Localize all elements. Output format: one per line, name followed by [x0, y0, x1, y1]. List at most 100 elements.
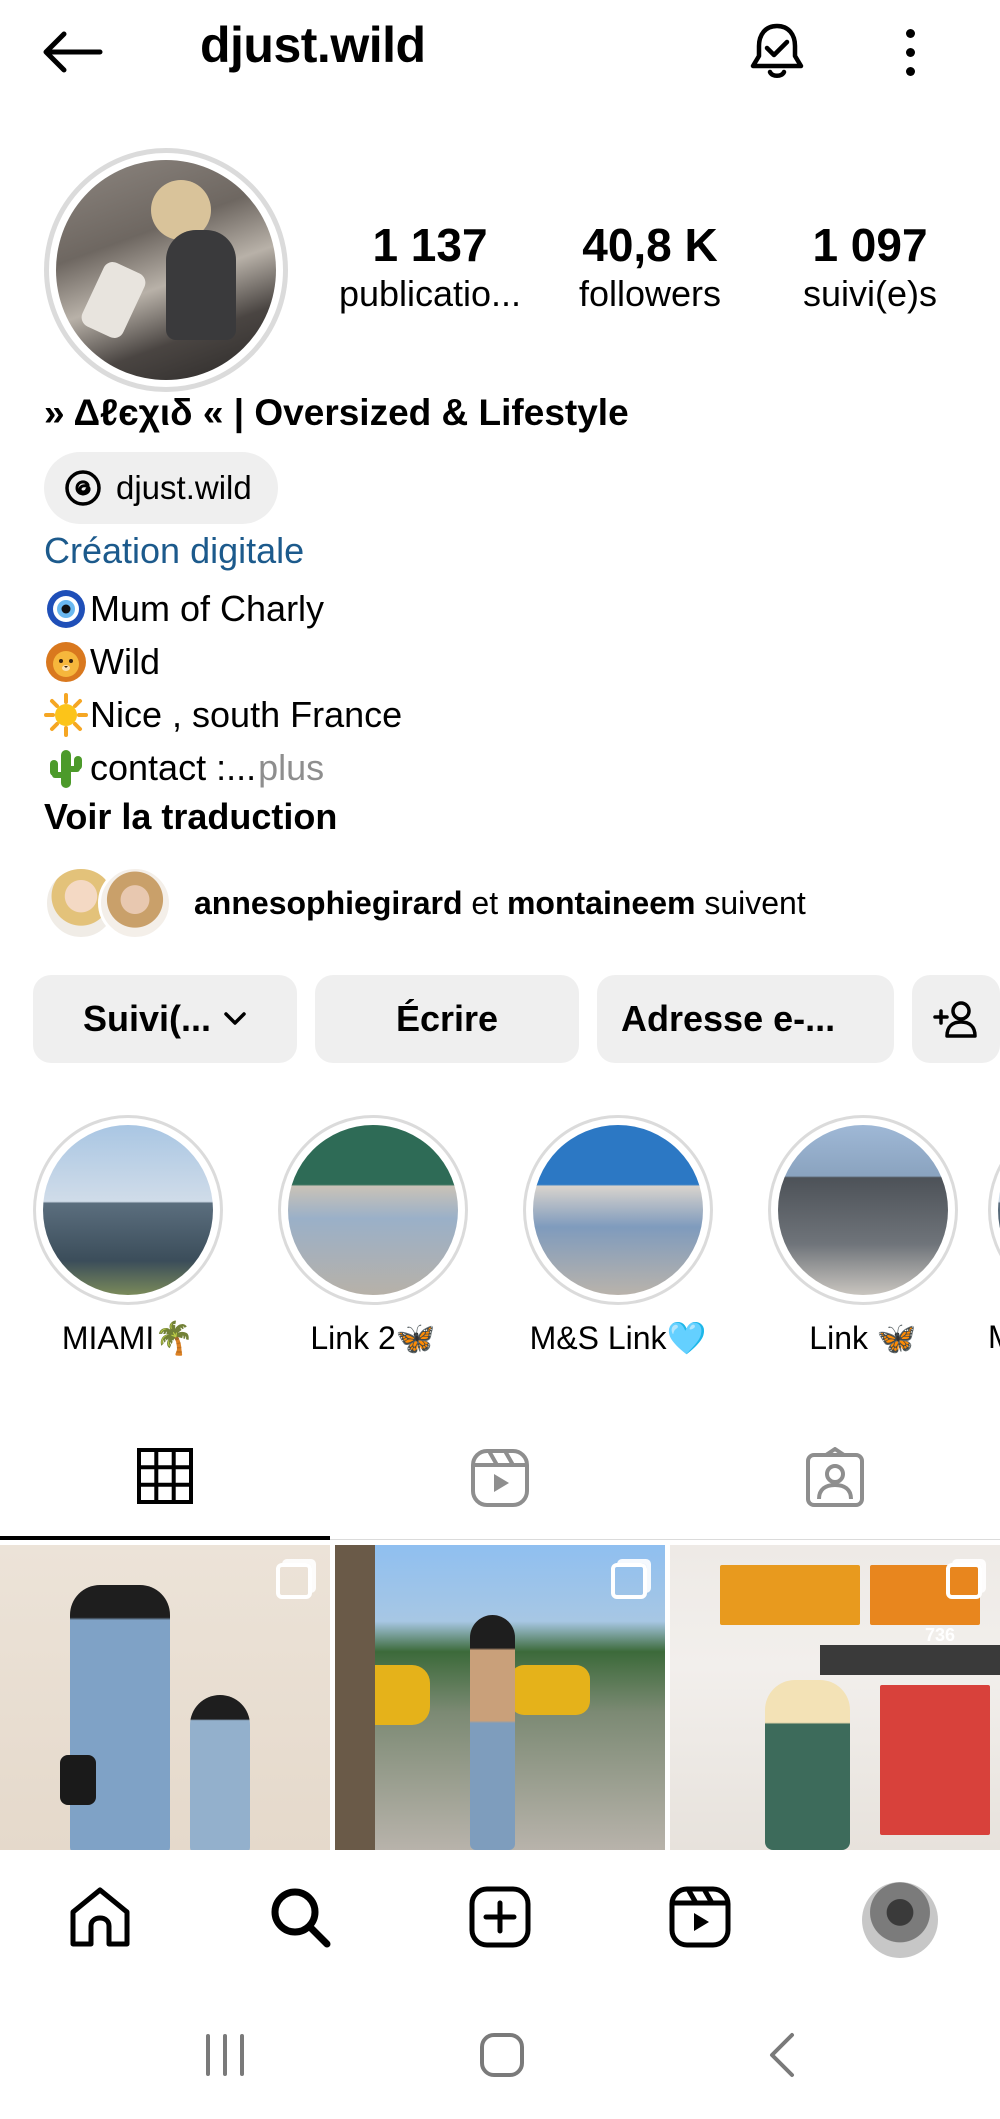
highlight-label: Link 🦋	[809, 1320, 917, 1356]
highlight-cover	[278, 1115, 468, 1305]
home-square-icon	[480, 2033, 524, 2077]
more-dot-icon	[905, 66, 915, 76]
stat-label: publicatio...	[338, 273, 522, 314]
nav-reels[interactable]	[665, 1882, 735, 1952]
system-navigation-bar	[0, 1985, 1000, 2119]
nav-search[interactable]	[265, 1882, 335, 1952]
mutual-followers-text: annesophiegirard et montaineem suivent	[194, 885, 806, 922]
threads-icon	[65, 470, 101, 506]
mutual-followers[interactable]: annesophiegirard et montaineem suivent	[44, 866, 806, 940]
stat-posts[interactable]: 1 137 publicatio...	[330, 218, 530, 316]
tab-posts-grid[interactable]	[0, 1415, 330, 1540]
following-button-label: Suivi(...	[82, 998, 212, 1039]
nav-profile-avatar[interactable]	[862, 1882, 938, 1958]
more-options-button[interactable]	[890, 20, 930, 84]
bio-text: Mum of Charly	[90, 588, 325, 629]
mutual-user-2: montaineem	[506, 884, 696, 921]
reels-icon	[669, 1886, 731, 1948]
highlight-item[interactable]: Link 🦋	[768, 1115, 958, 1357]
highlight-item[interactable]: M	[988, 1115, 1000, 1356]
stat-following[interactable]: 1 097 suivi(e)s	[770, 218, 970, 316]
post-thumbnail[interactable]	[335, 1545, 665, 1850]
add-user-icon	[933, 1001, 977, 1038]
post-thumbnail[interactable]: 736	[670, 1545, 1000, 1850]
nazar-emoji-icon	[44, 587, 88, 631]
post-thumbnail[interactable]	[0, 1545, 330, 1850]
notifications-button[interactable]	[745, 18, 809, 82]
sun-emoji-icon	[44, 692, 88, 737]
bottom-navigation	[0, 1852, 1000, 1982]
home-system-button[interactable]	[472, 2025, 532, 2085]
highlight-label: M	[988, 1319, 1000, 1356]
stat-value: 40,8 K	[582, 219, 718, 271]
avatar-photo	[56, 160, 276, 380]
highlight-cover	[988, 1115, 1000, 1305]
stat-value: 1 097	[812, 219, 928, 271]
cactus-emoji-icon	[44, 746, 88, 790]
posts-grid: 736	[0, 1545, 1000, 1850]
highlight-item[interactable]: M&S Link🩵	[523, 1115, 713, 1357]
email-button[interactable]: Adresse e-...	[597, 975, 894, 1063]
highlight-cover	[523, 1115, 713, 1305]
top-bar: djust.wild	[0, 0, 1000, 100]
tab-reels[interactable]	[335, 1415, 665, 1540]
mutual-suffix: suivent	[695, 884, 806, 921]
carousel-icon	[276, 1563, 312, 1599]
bio-more-link[interactable]: plus	[258, 741, 324, 794]
mutual-user-1: annesophiegirard	[194, 884, 463, 921]
stat-label: followers	[578, 273, 722, 314]
see-translation-link[interactable]: Voir la traduction	[44, 796, 337, 838]
recent-apps-button[interactable]	[195, 2025, 255, 2085]
back-button[interactable]	[40, 22, 120, 82]
threads-link-chip[interactable]: djust.wild	[44, 452, 278, 524]
profile-category: Création digitale	[44, 530, 305, 571]
search-icon	[271, 1888, 331, 1948]
more-dot-icon	[905, 28, 915, 38]
carousel-icon	[611, 1563, 647, 1599]
bio-text: Nice , south France	[90, 694, 403, 735]
profile-tabs	[0, 1415, 1000, 1540]
back-arrow-icon	[43, 31, 103, 73]
highlight-label: Link 2🦋	[310, 1320, 436, 1356]
nav-create[interactable]	[465, 1882, 535, 1952]
profile-username: djust.wild	[200, 17, 426, 73]
message-button-label: Écrire	[395, 998, 499, 1039]
highlight-label: MIAMI🌴	[61, 1320, 195, 1356]
bio-line: Wild	[44, 635, 402, 688]
bio-line: Mum of Charly	[44, 582, 402, 635]
highlight-cover	[33, 1115, 223, 1305]
reels-icon	[471, 1448, 529, 1507]
recent-apps-icon	[206, 2034, 244, 2076]
profile-avatar[interactable]	[44, 148, 288, 392]
back-system-button[interactable]	[752, 2025, 812, 2085]
stat-label: suivi(e)s	[802, 273, 937, 314]
chevron-left-icon	[770, 2033, 794, 2077]
chevron-down-icon	[224, 1012, 246, 1025]
nav-home[interactable]	[65, 1882, 135, 1952]
profile-stats: 1 137 publicatio... 40,8 K followers 1 0…	[330, 218, 970, 316]
highlight-cover	[768, 1115, 958, 1305]
tab-tagged[interactable]	[670, 1415, 1000, 1540]
stat-value: 1 137	[372, 219, 488, 271]
highlight-item[interactable]: Link 2🦋	[278, 1115, 468, 1357]
profile-actions: Suivi(... Écrire Adresse e-...	[33, 975, 1000, 1063]
bio-line: contact :... plus	[44, 741, 402, 794]
bio-line: Nice , south France	[44, 688, 402, 741]
more-dot-icon	[905, 47, 915, 57]
suggested-users-button[interactable]	[912, 975, 1000, 1063]
profile-bio: Mum of Charly Wild Nice , south France c…	[44, 582, 402, 794]
lion-emoji-icon	[44, 640, 88, 684]
following-button[interactable]: Suivi(...	[33, 975, 297, 1063]
stat-followers[interactable]: 40,8 K followers	[550, 218, 750, 316]
bio-text: Wild	[90, 641, 160, 682]
message-button[interactable]: Écrire	[315, 975, 579, 1063]
threads-handle: djust.wild	[116, 469, 252, 506]
highlight-label: M&S Link🩵	[529, 1320, 707, 1356]
bio-text: contact :...	[90, 747, 257, 788]
create-post-icon	[469, 1886, 531, 1948]
mutual-connector: et	[462, 884, 507, 921]
home-icon	[70, 1887, 130, 1947]
bell-check-icon	[750, 23, 804, 78]
highlight-item[interactable]: MIAMI🌴	[33, 1115, 223, 1357]
mutual-follower-avatar	[98, 866, 172, 940]
